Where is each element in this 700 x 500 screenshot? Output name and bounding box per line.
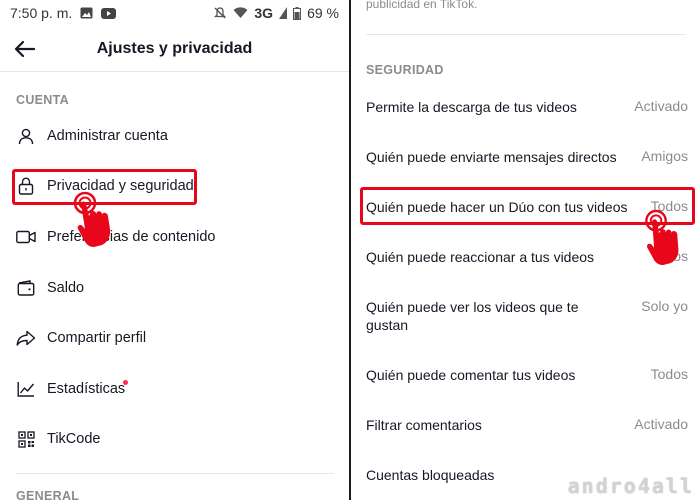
privacy-panel: publicidad en TikTok. SEGURIDAD Permite …: [351, 0, 700, 500]
setting-label: Quién puede comentar tus videos: [366, 367, 576, 383]
video-icon: [16, 227, 36, 247]
app-header: Ajustes y privacidad: [0, 26, 349, 72]
setting-label: Filtrar comentarios: [366, 417, 482, 433]
pointing-hand-icon: [73, 191, 111, 247]
image-icon: [80, 7, 93, 19]
back-arrow-icon[interactable]: [14, 38, 38, 60]
divider: [366, 34, 686, 35]
setting-value: Todos: [650, 366, 688, 382]
qr-icon: [16, 429, 36, 449]
menu-item-tikcode[interactable]: TikCode: [0, 419, 349, 459]
menu-item-manage-account[interactable]: Administrar cuenta: [0, 116, 349, 156]
menu-item-share-profile[interactable]: Compartir perfil: [0, 318, 349, 358]
wallet-icon: [16, 278, 36, 298]
battery-level: 69 %: [307, 5, 339, 21]
setting-label: Quién puede ver los videos que te gustan: [366, 299, 579, 333]
battery-icon: [293, 6, 302, 20]
section-seguridad: SEGURIDAD: [366, 63, 444, 77]
section-general: GENERAL: [16, 489, 80, 500]
settings-panel: 7:50 p. m. 3G 69 % Ajustes y privacidad …: [0, 0, 349, 500]
menu-item-label: TikCode: [47, 431, 101, 447]
notification-dot: [123, 380, 128, 385]
setting-label: Quién puede enviarte mensajes directos: [366, 149, 617, 165]
mute-icon: [213, 6, 227, 20]
section-cuenta: CUENTA: [16, 93, 69, 107]
menu-item-label: Estadísticas: [47, 381, 126, 397]
divider: [16, 473, 334, 474]
menu-item-label: Compartir perfil: [47, 330, 147, 346]
wifi-icon: [233, 7, 248, 19]
menu-item-content-preferences[interactable]: Preferencias de contenido: [0, 217, 349, 257]
stats-icon: [16, 379, 36, 399]
signal-icon: [279, 7, 288, 19]
menu-item-statistics[interactable]: Estadísticas: [0, 369, 349, 409]
network-type: 3G: [254, 5, 274, 21]
menu-item-label: Saldo: [47, 280, 85, 296]
page-title: Ajustes y privacidad: [96, 39, 253, 57]
share-icon: [16, 328, 36, 348]
setting-value: Activado: [634, 416, 688, 432]
pointing-hand-icon: [645, 209, 679, 266]
setting-value: Solo yo: [641, 298, 688, 314]
setting-label: Quién puede reaccionar a tus videos: [366, 249, 595, 265]
status-time: 7:50 p. m.: [10, 5, 73, 21]
ads-note: publicidad en TikTok.: [366, 0, 478, 11]
menu-item-balance[interactable]: Saldo: [0, 268, 349, 308]
setting-value: Amigos: [641, 148, 688, 164]
watermark: andro4all: [567, 474, 694, 498]
setting-value: Activado: [634, 98, 688, 114]
person-icon: [16, 126, 36, 146]
menu-item-label: Administrar cuenta: [47, 128, 168, 144]
youtube-icon: [101, 7, 117, 19]
setting-label: Permite la descarga de tus videos: [366, 99, 577, 115]
status-bar: 7:50 p. m. 3G 69 %: [0, 0, 349, 26]
